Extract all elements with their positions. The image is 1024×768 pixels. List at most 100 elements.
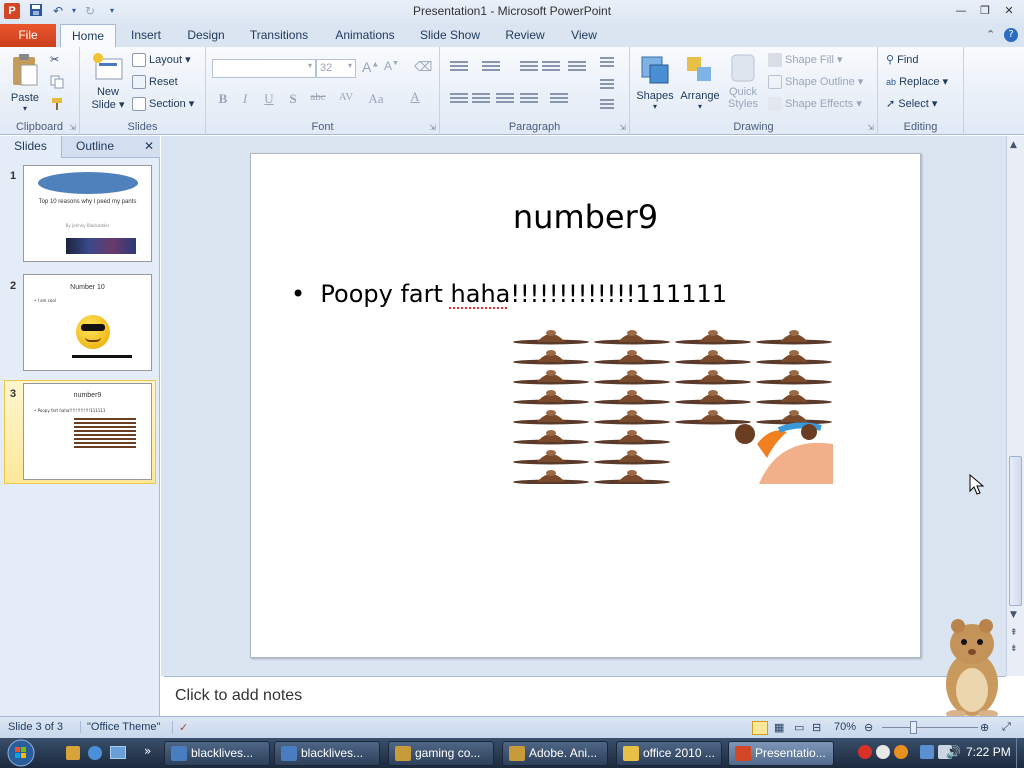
start-button[interactable] <box>6 739 50 767</box>
taskbar-item[interactable]: office 2010 ... <box>616 741 722 766</box>
reading-view-icon[interactable]: ▭ <box>794 721 804 734</box>
replace-button[interactable]: ab Replace ▾ <box>886 75 948 88</box>
justify-icon[interactable] <box>520 93 538 107</box>
reset-button[interactable]: Reset <box>132 75 178 89</box>
close-button[interactable]: ✕ <box>1000 3 1018 19</box>
clipboard-launcher-icon[interactable]: ⇲ <box>69 123 76 132</box>
smartart-icon[interactable] <box>600 99 614 113</box>
tray-volume-icon[interactable]: 🔊 <box>946 745 961 759</box>
taskbar-clock[interactable]: 7:22 PM <box>966 745 1011 759</box>
slide-canvas[interactable]: number9 • Poopy fart haha!!!!!!!!!!!!!11… <box>250 153 921 658</box>
bold-button[interactable]: B <box>214 91 232 107</box>
tab-slides[interactable]: Slides <box>0 136 62 158</box>
strikethrough-button[interactable]: abc <box>306 91 330 103</box>
character-spacing-button[interactable]: AV <box>334 91 358 103</box>
shrink-font-icon[interactable]: A▼ <box>384 59 399 73</box>
normal-view-icon[interactable] <box>752 721 768 735</box>
grow-font-icon[interactable]: A▲ <box>362 59 379 75</box>
slide-picture[interactable] <box>509 326 833 484</box>
tray-pinwheel-icon[interactable] <box>876 745 890 759</box>
font-color-button[interactable]: A <box>406 89 424 105</box>
section-button[interactable]: Section ▾ <box>132 97 194 112</box>
quicklaunch-desktop-icon[interactable] <box>110 746 126 759</box>
copy-icon[interactable] <box>50 75 64 92</box>
slideshow-view-icon[interactable]: ⊟ <box>812 721 821 734</box>
tab-design[interactable]: Design <box>182 24 230 47</box>
restore-button[interactable]: ❐ <box>976 3 994 19</box>
arrange-button[interactable]: Arrange ▾ <box>678 53 722 111</box>
change-case-button[interactable]: Aa <box>364 91 388 107</box>
paste-button[interactable]: Paste ▾ <box>8 53 42 113</box>
scroll-thumb[interactable] <box>1009 456 1022 606</box>
tray-stop-icon[interactable] <box>858 745 872 759</box>
zoom-out-icon[interactable]: ⊖ <box>864 721 873 734</box>
italic-button[interactable]: I <box>236 91 254 107</box>
quick-styles-button[interactable]: Quick Styles <box>726 53 760 110</box>
clear-formatting-icon[interactable]: ⌫ <box>414 59 432 75</box>
tab-outline[interactable]: Outline <box>62 136 128 158</box>
format-painter-icon[interactable] <box>50 97 64 114</box>
tab-view[interactable]: View <box>566 24 602 47</box>
notes-placeholder[interactable]: Click to add notes <box>175 687 302 705</box>
tab-animations[interactable]: Animations <box>330 24 400 47</box>
underline-button[interactable]: U <box>260 91 278 107</box>
slide-sorter-icon[interactable]: ▦ <box>774 721 784 734</box>
increase-indent-icon[interactable] <box>542 61 560 75</box>
scroll-down-arrow-icon[interactable]: ▼ <box>1010 610 1017 620</box>
vertical-scrollbar[interactable]: ▲ ▼ ⇞ ⇟ <box>1006 136 1024 676</box>
align-right-icon[interactable] <box>496 93 514 107</box>
zoom-slider[interactable] <box>882 727 978 728</box>
numbering-icon[interactable] <box>482 61 500 75</box>
new-slide-button[interactable]: New Slide ▾ <box>88 53 128 111</box>
slide-bullet-text[interactable]: • Poopy fart haha!!!!!!!!!!!!!111111 <box>291 280 727 308</box>
taskbar-item-active[interactable]: Presentatio... <box>728 741 834 766</box>
quicklaunch-game-icon[interactable] <box>66 746 80 760</box>
text-direction-icon[interactable] <box>600 57 614 71</box>
fit-to-window-icon[interactable]: ⤢ <box>1002 721 1011 734</box>
zoom-in-icon[interactable]: ⊕ <box>980 721 989 734</box>
previous-slide-icon[interactable]: ⇞ <box>1010 628 1018 638</box>
minimize-button[interactable]: — <box>952 3 970 19</box>
text-shadow-button[interactable]: S <box>284 91 302 107</box>
tray-network-icon[interactable] <box>920 745 934 759</box>
font-launcher-icon[interactable]: ⇲ <box>429 123 436 132</box>
taskbar-item[interactable]: blacklives... <box>164 741 270 766</box>
tab-home[interactable]: Home <box>60 24 116 47</box>
notes-pane[interactable]: Click to add notes <box>164 676 1006 716</box>
cut-icon[interactable]: ✂ <box>50 53 59 66</box>
align-center-icon[interactable] <box>472 93 490 107</box>
theme-name[interactable]: "Office Theme" <box>80 721 160 733</box>
next-slide-icon[interactable]: ⇟ <box>1010 644 1018 654</box>
taskbar-item[interactable]: gaming co... <box>388 741 494 766</box>
bullets-icon[interactable] <box>450 61 468 75</box>
tab-file[interactable]: File <box>0 24 56 47</box>
taskbar-item[interactable]: blacklives... <box>274 741 380 766</box>
tab-review[interactable]: Review <box>502 24 548 47</box>
slide-thumbnail-2[interactable]: Number 10 • I am cool <box>23 274 152 371</box>
slide-thumbnail-1[interactable]: Top 10 reasons why I peed my pants By Jo… <box>23 165 152 262</box>
slide-thumbnail-3[interactable]: number9 • Poopy fart haha!!!!!!!!!!!!!11… <box>23 383 152 480</box>
taskbar-overflow-icon[interactable]: » <box>144 744 151 758</box>
spelling-check-icon[interactable]: ✓ <box>172 721 188 734</box>
slide-title[interactable]: number9 <box>251 198 920 236</box>
minimize-ribbon-icon[interactable]: ⌃ <box>986 28 995 41</box>
tab-insert[interactable]: Insert <box>124 24 168 47</box>
decrease-indent-icon[interactable] <box>520 61 538 75</box>
layout-button[interactable]: Layout ▾ <box>132 53 191 68</box>
select-button[interactable]: ➚ Select ▾ <box>886 97 937 110</box>
drawing-launcher-icon[interactable]: ⇲ <box>867 123 874 132</box>
line-spacing-icon[interactable] <box>568 61 586 75</box>
shape-fill-button[interactable]: Shape Fill ▾ <box>768 53 843 68</box>
close-pane-button[interactable]: ✕ <box>138 136 160 158</box>
shape-effects-button[interactable]: Shape Effects ▾ <box>768 97 862 112</box>
paragraph-launcher-icon[interactable]: ⇲ <box>619 123 626 132</box>
taskbar-item[interactable]: Adobe. Ani... <box>502 741 608 766</box>
shape-outline-button[interactable]: Shape Outline ▾ <box>768 75 863 90</box>
zoom-slider-thumb[interactable] <box>910 721 917 734</box>
tray-search-icon[interactable] <box>894 745 908 759</box>
find-button[interactable]: ⚲ Find <box>886 53 919 66</box>
columns-icon[interactable] <box>550 93 568 107</box>
quicklaunch-browser-icon[interactable] <box>88 746 102 760</box>
shapes-button[interactable]: Shapes ▾ <box>636 53 674 111</box>
font-size-combo[interactable]: 32 ▾ <box>316 59 356 78</box>
